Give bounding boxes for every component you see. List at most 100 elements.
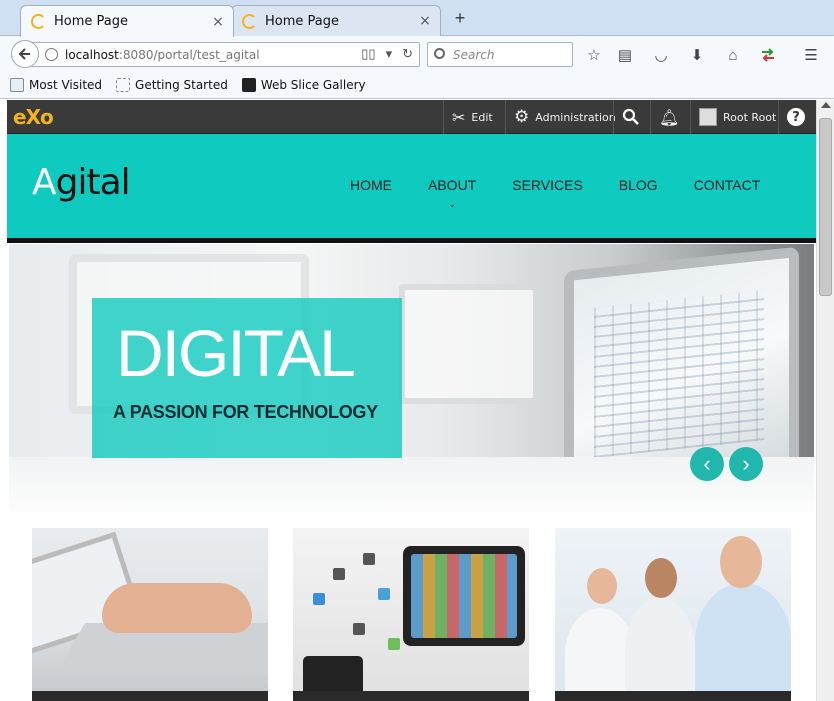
floating-icon [333, 568, 345, 580]
bookmark-web-slice-gallery[interactable]: Web Slice Gallery [241, 78, 366, 92]
chevron-down-icon: ⌄ [448, 199, 456, 209]
image-caption-bar [555, 691, 791, 701]
user-name: Root Root [723, 110, 777, 124]
phone-device [303, 656, 363, 696]
chevron-right-icon: › [742, 451, 750, 476]
hero-subtitle: A PASSION FOR TECHNOLOGY [113, 402, 378, 422]
tab-title: Home Page [265, 13, 339, 29]
person-head [645, 558, 677, 598]
loading-icon [242, 13, 257, 29]
person-head [720, 536, 762, 588]
web-slice-icon [241, 78, 256, 92]
person [625, 598, 695, 701]
url-host: localhost [65, 48, 119, 62]
nav-about[interactable]: ABOUT ⌄ [428, 177, 477, 209]
chevron-left-icon: ‹ [703, 451, 711, 476]
downloads-icon[interactable]: ⬇ [687, 45, 707, 65]
reading-list-icon[interactable]: ▤ [615, 45, 635, 65]
administration-label: Administration [535, 110, 616, 124]
search-icon [434, 48, 445, 59]
search-input[interactable]: Search [427, 42, 573, 67]
feature-image-devices[interactable] [293, 528, 529, 701]
nav-contact[interactable]: CONTACT [694, 177, 761, 193]
browser-tab-strip: Home Page × Home Page × + [0, 0, 834, 37]
pocket-icon[interactable]: ◡ [651, 45, 671, 65]
tab-home-page[interactable]: Home Page × [231, 5, 441, 36]
logo-text: gital [55, 162, 131, 203]
bell-icon: 🔔︎ [659, 107, 680, 127]
url-path: :8080/portal/test_agital [118, 48, 260, 62]
carousel-prev-button[interactable]: ‹ [690, 447, 724, 481]
page-scrollbar[interactable] [816, 100, 834, 701]
edit-label: Edit [471, 110, 493, 124]
notifications-button[interactable]: 🔔︎ [650, 100, 687, 134]
nav-services[interactable]: SERVICES [512, 177, 583, 193]
search-button[interactable] [613, 100, 648, 134]
dropdown-arrow-icon[interactable]: ▾ [386, 46, 393, 62]
spreadsheet-screen [594, 290, 764, 458]
menu-icon[interactable]: ☰ [801, 45, 821, 65]
sync-arrows-icon[interactable] [758, 45, 778, 65]
back-button[interactable] [11, 40, 39, 68]
help-button[interactable]: ? [778, 100, 813, 134]
carousel-next-button[interactable]: › [729, 447, 763, 481]
floating-icon [363, 553, 375, 565]
reload-icon[interactable]: ↻ [402, 46, 413, 62]
feature-image-laptop[interactable] [32, 528, 268, 701]
close-tab-icon[interactable]: × [211, 14, 225, 30]
close-tab-icon[interactable]: × [418, 13, 432, 29]
bookmark-star-icon[interactable]: ☆ [584, 45, 604, 65]
bookmark-label: Web Slice Gallery [260, 78, 366, 92]
page-icon [116, 78, 131, 92]
avatar [699, 108, 717, 126]
scroll-up-arrow-icon[interactable] [821, 102, 831, 108]
wrench-icon: ✂ [452, 107, 466, 127]
new-tab-button[interactable]: + [450, 9, 470, 29]
administration-button[interactable]: ⚙ Administration [505, 100, 624, 134]
search-placeholder: Search [453, 48, 495, 62]
person [695, 583, 791, 701]
image-caption-bar [32, 691, 268, 701]
tab-title: Home Page [54, 14, 128, 29]
bookmarks-toolbar: Most Visited Getting Started Web Slice G… [0, 72, 834, 99]
loading-icon [31, 14, 46, 29]
tab-home-page-active[interactable]: Home Page × [20, 5, 234, 37]
url-text[interactable]: localhost:8080/portal/test_agital [65, 48, 260, 62]
nav-blog[interactable]: BLOG [619, 177, 658, 193]
browser-navigation-bar: localhost:8080/portal/test_agital ▯▯ ▾ ↻… [0, 36, 834, 72]
floating-icon [353, 623, 365, 635]
url-bar[interactable]: localhost:8080/portal/test_agital ▯▯ ▾ ↻ [30, 42, 420, 67]
nav-home[interactable]: HOME [350, 177, 392, 193]
url-bar-icons: ▯▯ ▾ ↻ [361, 46, 413, 62]
home-icon[interactable]: ⌂ [723, 45, 743, 65]
page-viewport: eXo ✂ Edit ⚙ Administration 🔔︎ Root Root… [7, 100, 816, 701]
exo-admin-toolbar: eXo ✂ Edit ⚙ Administration 🔔︎ Root Root… [7, 100, 816, 134]
logo-initial: A [32, 162, 57, 203]
feature-image-team[interactable] [555, 528, 791, 701]
image-caption-bar [293, 691, 529, 701]
tablet-device [403, 546, 525, 646]
gear-icon: ⚙ [514, 107, 530, 127]
bookmark-most-visited[interactable]: Most Visited [10, 78, 102, 92]
site-info-icon[interactable] [45, 48, 58, 61]
edit-button[interactable]: ✂ Edit [443, 100, 501, 134]
floating-icon [378, 588, 390, 600]
reader-view-icon[interactable]: ▯▯ [361, 46, 375, 62]
floating-icon [388, 638, 400, 650]
exo-logo[interactable]: eXo [13, 105, 54, 129]
nav-about-label: ABOUT [428, 177, 477, 193]
bookmark-label: Getting Started [135, 78, 228, 92]
main-navigation: HOME ABOUT ⌄ SERVICES BLOG CONTACT [350, 177, 796, 209]
hero-carousel: DIGITAL A PASSION FOR TECHNOLOGY ‹ › [9, 244, 814, 512]
bookmark-getting-started[interactable]: Getting Started [116, 78, 228, 92]
folder-icon [10, 78, 24, 92]
scrollbar-thumb[interactable] [819, 118, 832, 296]
floating-icon [313, 593, 325, 605]
user-menu[interactable]: Root Root [690, 100, 784, 134]
bookmark-label: Most Visited [29, 78, 103, 92]
hero-title: DIGITAL [116, 316, 356, 390]
typing-hands [102, 583, 252, 633]
help-icon: ? [787, 108, 805, 126]
site-logo[interactable]: Agital [32, 162, 131, 203]
hero-background-monitor [399, 284, 539, 404]
